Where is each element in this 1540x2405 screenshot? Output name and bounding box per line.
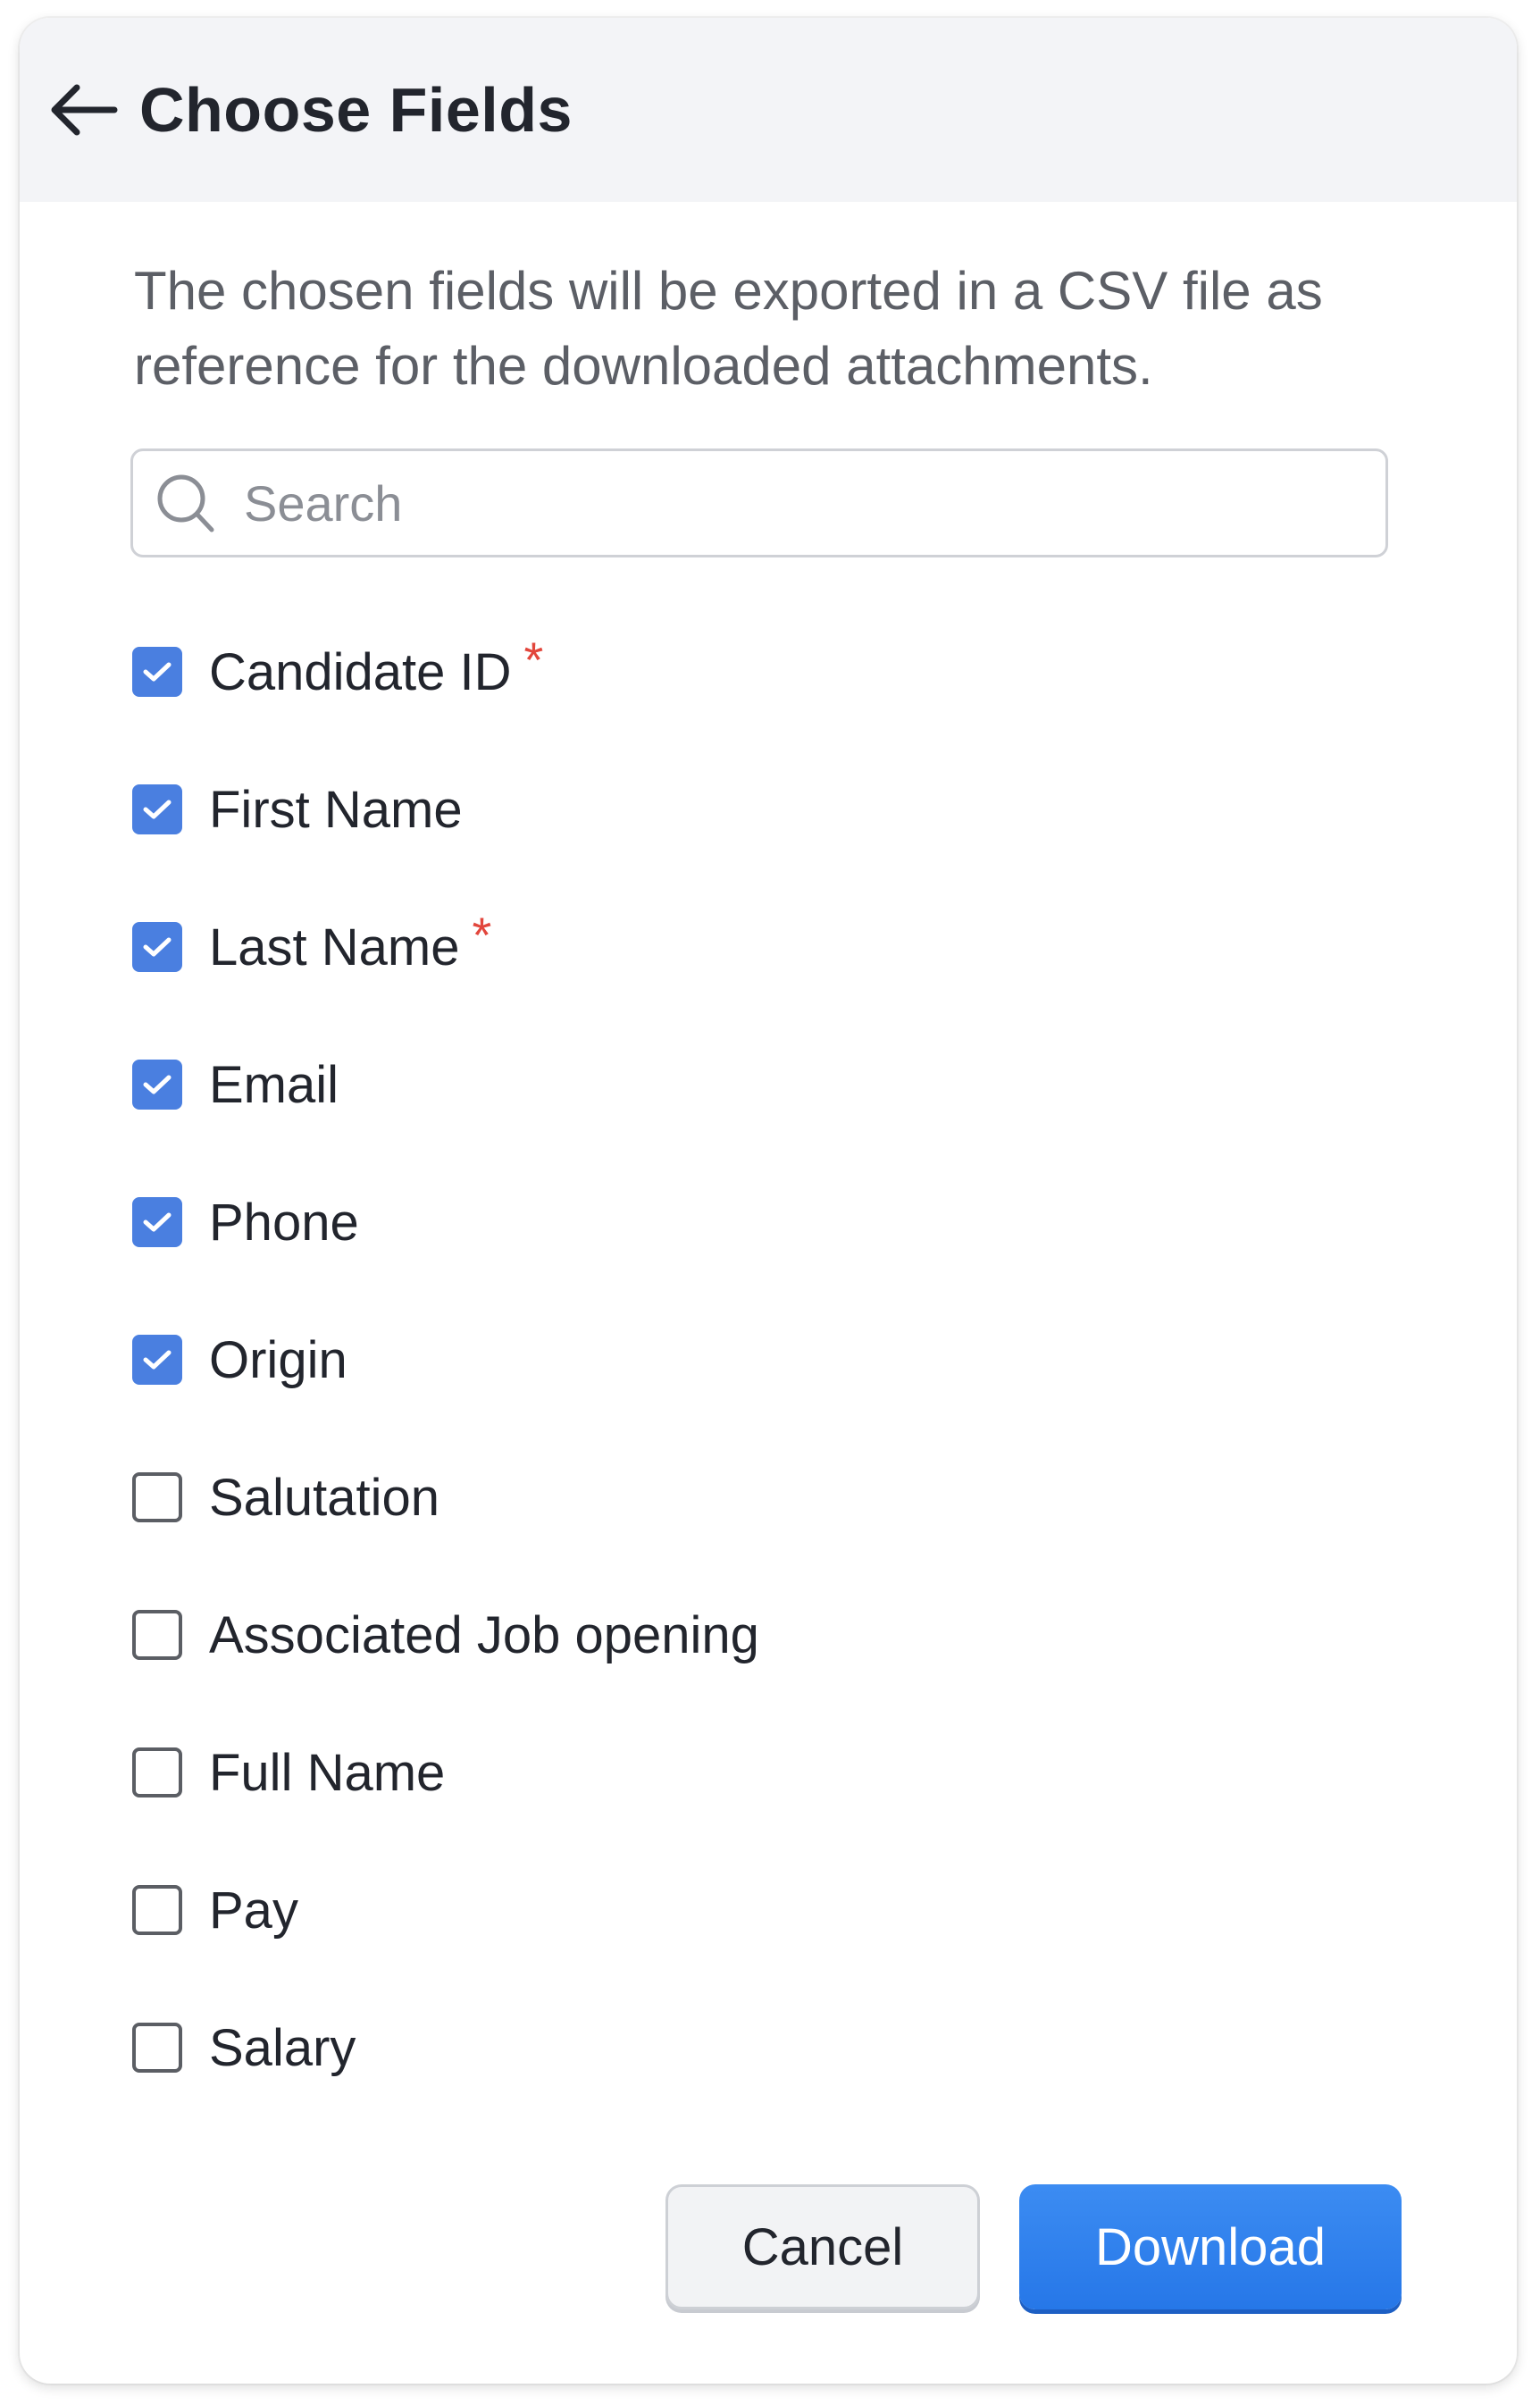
- field-option[interactable]: Email: [132, 1040, 339, 1129]
- checkbox-checked[interactable]: [132, 1197, 182, 1247]
- field-option[interactable]: Full Name: [132, 1728, 445, 1817]
- checkbox[interactable]: [132, 1747, 182, 1797]
- field-option-label: Phone: [209, 1193, 359, 1252]
- checkbox-checked[interactable]: [132, 647, 182, 697]
- download-button[interactable]: Download: [1019, 2184, 1402, 2309]
- dialog-title: Choose Fields: [139, 75, 573, 145]
- search-icon: [157, 474, 214, 532]
- dialog-header: Choose Fields: [20, 18, 1517, 202]
- dialog-description: The chosen fields will be exported in a …: [134, 261, 1323, 396]
- field-option-label: Full Name: [209, 1743, 446, 1802]
- checkmark-icon: [143, 1350, 172, 1370]
- field-option-label: Associated Job opening: [209, 1605, 759, 1664]
- field-option[interactable]: First Name: [132, 765, 463, 854]
- checkbox[interactable]: [132, 1472, 182, 1522]
- field-option[interactable]: Candidate ID *: [132, 627, 543, 716]
- field-option-label: Salutation: [209, 1468, 439, 1527]
- field-option-label: Email: [209, 1055, 339, 1114]
- checkbox[interactable]: [132, 1610, 182, 1660]
- checkmark-icon: [143, 662, 172, 682]
- required-asterisk: *: [523, 631, 544, 688]
- field-list[interactable]: Candidate ID * First Name Last Name * Email Ph…: [20, 608, 1517, 2119]
- field-option[interactable]: Phone: [132, 1177, 359, 1267]
- field-option-label: First Name: [209, 780, 463, 839]
- choose-fields-dialog: Choose Fields The chosen fields will be …: [20, 18, 1517, 2384]
- field-option[interactable]: Pay: [132, 1865, 298, 1955]
- field-option[interactable]: Salutation: [132, 1453, 439, 1542]
- field-option-label: Last Name: [209, 918, 460, 976]
- back-button[interactable]: [43, 70, 123, 150]
- required-asterisk: *: [472, 906, 492, 963]
- checkbox[interactable]: [132, 2023, 182, 2073]
- field-option-label: Salary: [209, 2018, 356, 2077]
- checkbox-checked[interactable]: [132, 784, 182, 834]
- field-option-label: Pay: [209, 1881, 298, 1940]
- search-box[interactable]: [130, 448, 1388, 557]
- checkmark-icon: [143, 1212, 172, 1232]
- field-option-label: Candidate ID: [209, 642, 512, 701]
- field-option-label: Origin: [209, 1330, 347, 1389]
- search-input[interactable]: [242, 473, 1318, 533]
- field-option[interactable]: Origin: [132, 1315, 347, 1404]
- checkmark-icon: [143, 800, 172, 819]
- arrow-left-icon: [51, 84, 118, 136]
- checkbox[interactable]: [132, 1885, 182, 1935]
- checkmark-icon: [143, 937, 172, 957]
- field-option[interactable]: Last Name *: [132, 902, 491, 992]
- checkbox-checked[interactable]: [132, 1335, 182, 1385]
- checkbox-checked[interactable]: [132, 1060, 182, 1110]
- checkmark-icon: [143, 1075, 172, 1094]
- checkbox-checked[interactable]: [132, 922, 182, 972]
- field-option[interactable]: Salary: [132, 2003, 356, 2092]
- cancel-button[interactable]: Cancel: [665, 2184, 980, 2309]
- field-option[interactable]: Associated Job opening: [132, 1590, 759, 1680]
